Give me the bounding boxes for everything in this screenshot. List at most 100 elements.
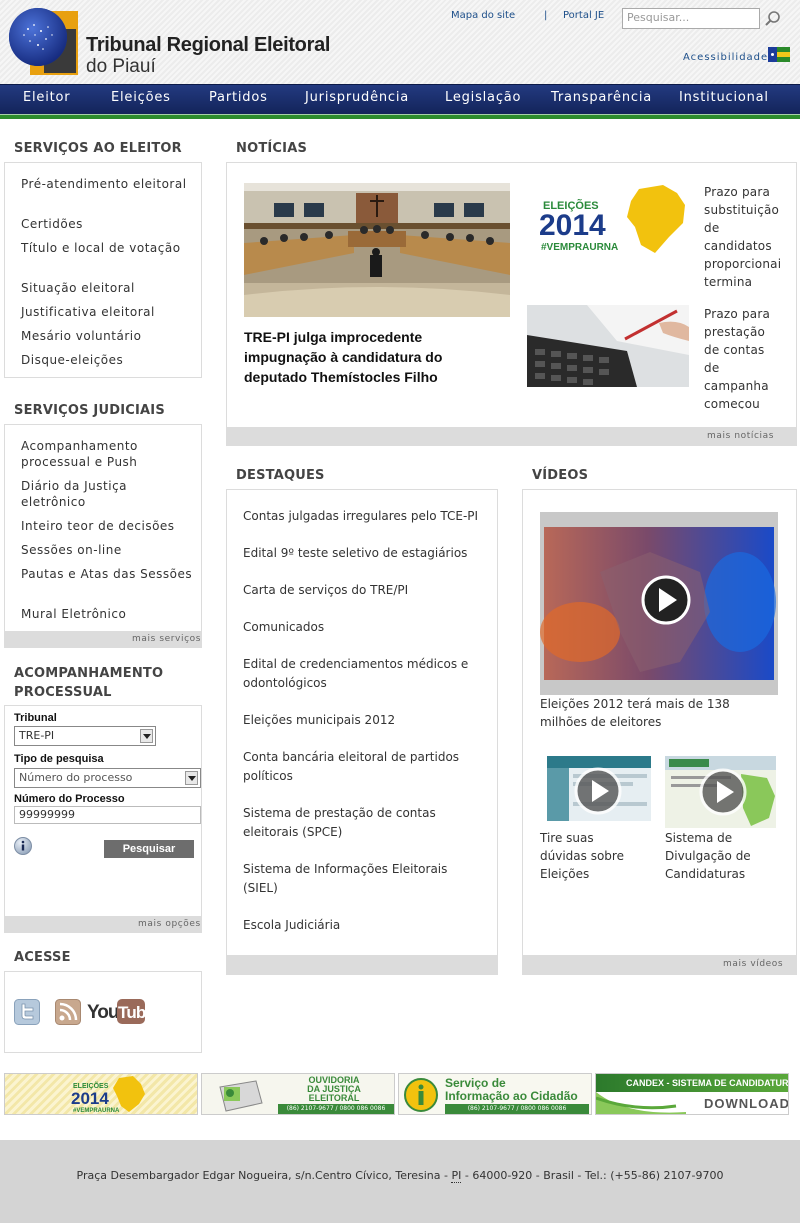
destaque-item[interactable]: Conta bancária eleitoral de partidos pol… bbox=[243, 748, 483, 786]
noticias-title: NOTÍCIAS bbox=[236, 141, 308, 156]
sidebar-item-inteiro-teor[interactable]: Inteiro teor de decisões bbox=[21, 518, 196, 534]
banner-candex-title: CANDEX - SISTEMA DE CANDIDATURA bbox=[626, 1078, 789, 1088]
banner-eleicoes-2014[interactable]: ELEIÇÕES 2014 #VEMPRAURNA bbox=[4, 1073, 198, 1115]
banner-ouvidoria-phone: (86) 2107-9677 / 0800 086 0086 bbox=[278, 1104, 394, 1114]
banner-sic-line2: Informação ao Cidadão bbox=[445, 1089, 578, 1103]
badge-year-text: 2014 bbox=[539, 209, 606, 242]
destaque-item[interactable]: Comunicados bbox=[243, 618, 483, 637]
destaque-item[interactable]: Eleições municipais 2012 bbox=[243, 711, 483, 730]
search-input[interactable]: Pesquisar... bbox=[622, 8, 760, 29]
chevron-down-icon[interactable] bbox=[185, 771, 198, 785]
news-item-2-text[interactable]: Prazo para prestação de contas de campan… bbox=[704, 305, 780, 409]
banner-ouvidoria[interactable]: OUVIDORIA DA JUSTIÇA ELEITORAL (86) 2107… bbox=[201, 1073, 395, 1115]
banner-sic[interactable]: Serviço de Informação ao Cidadão (86) 21… bbox=[398, 1073, 592, 1115]
sitemap-link[interactable]: Mapa do site bbox=[451, 10, 515, 21]
video-2-caption[interactable]: Sistema de Divulgação de Candidaturas bbox=[665, 829, 765, 883]
banner-ouvidoria-title: OUVIDORIA DA JUSTIÇA ELEITORAL bbox=[292, 1076, 376, 1103]
more-services-link[interactable]: mais serviços bbox=[132, 634, 201, 644]
info-circle-icon bbox=[404, 1078, 438, 1112]
youtube-tube-text: Tube bbox=[118, 1003, 145, 1022]
logo-title[interactable]: Tribunal Regional Eleitoral bbox=[86, 34, 330, 57]
top-links-separator: | bbox=[544, 10, 548, 21]
nav-partidos[interactable]: Partidos bbox=[209, 90, 268, 105]
search-icon[interactable] bbox=[764, 10, 782, 28]
sidebar-item-pre-atendimento[interactable]: Pré-atendimento eleitoral bbox=[21, 176, 196, 192]
acesse-title: ACESSE bbox=[14, 950, 71, 965]
more-options-link[interactable]: mais opções bbox=[138, 919, 201, 929]
news-main-title[interactable]: TRE-PI julga improcedente impugnação à c… bbox=[244, 327, 506, 387]
sidebar-item-sessoes[interactable]: Sessões on-line bbox=[21, 542, 196, 558]
calculator-photo[interactable] bbox=[527, 305, 689, 387]
nav-eleitor[interactable]: Eleitor bbox=[23, 90, 70, 105]
destaque-item[interactable]: Escola Judiciária bbox=[243, 916, 483, 935]
courtroom-photo[interactable] bbox=[244, 183, 510, 317]
news-item-1-text[interactable]: Prazo para substituição de candidatos pr… bbox=[704, 183, 780, 287]
ballot-box-icon bbox=[219, 1080, 263, 1112]
nav-divider bbox=[0, 114, 800, 119]
chevron-down-icon[interactable] bbox=[140, 729, 153, 743]
sidebar-item-situacao[interactable]: Situação eleitoral bbox=[21, 280, 196, 296]
destaque-item[interactable]: Contas julgadas irregulares pelo TCE-PI bbox=[243, 507, 483, 526]
sidebar-item-justificativa[interactable]: Justificativa eleitoral bbox=[21, 304, 196, 320]
footer-address-post: - 64000-920 - Brasil - Tel.: (+55-86) 21… bbox=[464, 1169, 724, 1182]
footer-address-pre: Praça Desembargador Edgar Nogueira, s/n.… bbox=[76, 1169, 452, 1182]
videos-title: VÍDEOS bbox=[532, 468, 589, 483]
sidebar-item-titulo[interactable]: Título e local de votação bbox=[21, 240, 196, 256]
video-1-thumbnail[interactable] bbox=[547, 756, 651, 821]
eleicoes-2014-banner-icon: ELEIÇÕES 2014 #VEMPRAURNA bbox=[71, 1076, 145, 1114]
sidebar-item-diario[interactable]: Diário da Justiça eletrônico bbox=[21, 478, 196, 510]
logo-subtitle[interactable]: do Piauí bbox=[86, 56, 156, 78]
portal-je-link[interactable]: Portal JE bbox=[563, 10, 604, 21]
banner-candex-download: DOWNLOAD bbox=[704, 1096, 789, 1111]
nav-jurisprudencia[interactable]: Jurisprudência bbox=[305, 90, 409, 105]
accessibility-link[interactable]: Acessibilidade bbox=[683, 52, 768, 63]
sidebar-item-mural[interactable]: Mural Eletrônico bbox=[21, 606, 196, 622]
tribunal-label: Tribunal bbox=[14, 712, 57, 724]
badge-tag-text: #VEMPRAURNA bbox=[541, 242, 618, 253]
tipo-label: Tipo de pesquisa bbox=[14, 753, 104, 765]
sidebar-item-disque[interactable]: Disque-eleições bbox=[21, 352, 196, 368]
sidebar-item-mesario[interactable]: Mesário voluntário bbox=[21, 328, 196, 344]
main-video-caption[interactable]: Eleições 2012 terá mais de 138 milhões d… bbox=[540, 695, 780, 731]
youtube-you-text: You bbox=[87, 1002, 119, 1023]
tribunal-select[interactable]: TRE-PI bbox=[14, 726, 156, 746]
sidebar-item-acompanhamento[interactable]: Acompanhamento processual e Push bbox=[21, 438, 196, 470]
destaque-item[interactable]: Carta de serviços do TRE/PI bbox=[243, 581, 483, 600]
nav-transparencia[interactable]: Transparência bbox=[551, 90, 652, 105]
destaque-item[interactable]: Edital de credenciamentos médicos e odon… bbox=[243, 655, 483, 693]
nav-legislacao[interactable]: Legislação bbox=[445, 90, 521, 105]
sidebar-item-pautas[interactable]: Pautas e Atas das Sessões bbox=[21, 566, 196, 582]
more-news-link[interactable]: mais notícias bbox=[707, 431, 774, 441]
main-video-thumbnail[interactable] bbox=[540, 512, 778, 695]
video-1-caption[interactable]: Tire suas dúvidas sobre Eleições bbox=[540, 829, 640, 883]
piaui-flag-icon bbox=[768, 47, 790, 62]
banner-tag-text: #VEMPRAURNA bbox=[73, 1108, 120, 1114]
twitter-icon[interactable] bbox=[14, 999, 40, 1025]
pesquisar-button[interactable]: Pesquisar bbox=[104, 840, 194, 858]
eleicoes-2014-image[interactable]: ELEIÇÕES 2014 #VEMPRAURNA bbox=[527, 183, 689, 257]
banner-ouvidoria-line3: ELEITORAL bbox=[308, 1093, 360, 1103]
footer-address: Praça Desembargador Edgar Nogueira, s/n.… bbox=[0, 1169, 800, 1183]
destaque-item[interactable]: Sistema de Informações Eleitorais (SIEL) bbox=[243, 860, 483, 898]
servicos-judiciais-title: SERVIÇOS JUDICIAIS bbox=[14, 403, 165, 418]
nav-eleicoes[interactable]: Eleições bbox=[111, 90, 171, 105]
numero-input[interactable]: 99999999 bbox=[14, 806, 201, 824]
video-2-thumbnail[interactable] bbox=[665, 756, 776, 828]
banner-sic-title: Serviço de Informação ao Cidadão bbox=[445, 1077, 578, 1103]
more-videos-link[interactable]: mais vídeos bbox=[723, 959, 783, 969]
youtube-logo-icon[interactable]: You Tube bbox=[87, 997, 145, 1025]
rss-icon[interactable] bbox=[55, 999, 81, 1025]
destaque-item[interactable]: Edital 9º teste seletivo de estagiários bbox=[243, 544, 483, 563]
destaque-item[interactable]: Sistema de prestação de contas eleitorai… bbox=[243, 804, 483, 842]
nav-institucional[interactable]: Institucional bbox=[679, 90, 769, 105]
banner-sic-phone: (86) 2107-9677 / 0800 086 0086 bbox=[445, 1104, 589, 1114]
sidebar-item-certidoes[interactable]: Certidões bbox=[21, 216, 196, 232]
servicos-eleitor-title: SERVIÇOS AO ELEITOR bbox=[14, 141, 182, 156]
tipo-select[interactable]: Número do processo bbox=[14, 768, 201, 788]
footer-address-pi: PI bbox=[451, 1169, 462, 1183]
banner-candex[interactable]: CANDEX - SISTEMA DE CANDIDATURA DOWNLOAD bbox=[595, 1073, 789, 1115]
tre-logo-icon[interactable] bbox=[8, 5, 80, 77]
numero-label: Número do Processo bbox=[14, 793, 125, 805]
info-icon[interactable] bbox=[14, 837, 32, 855]
servicos-eleitor-box bbox=[4, 162, 202, 378]
